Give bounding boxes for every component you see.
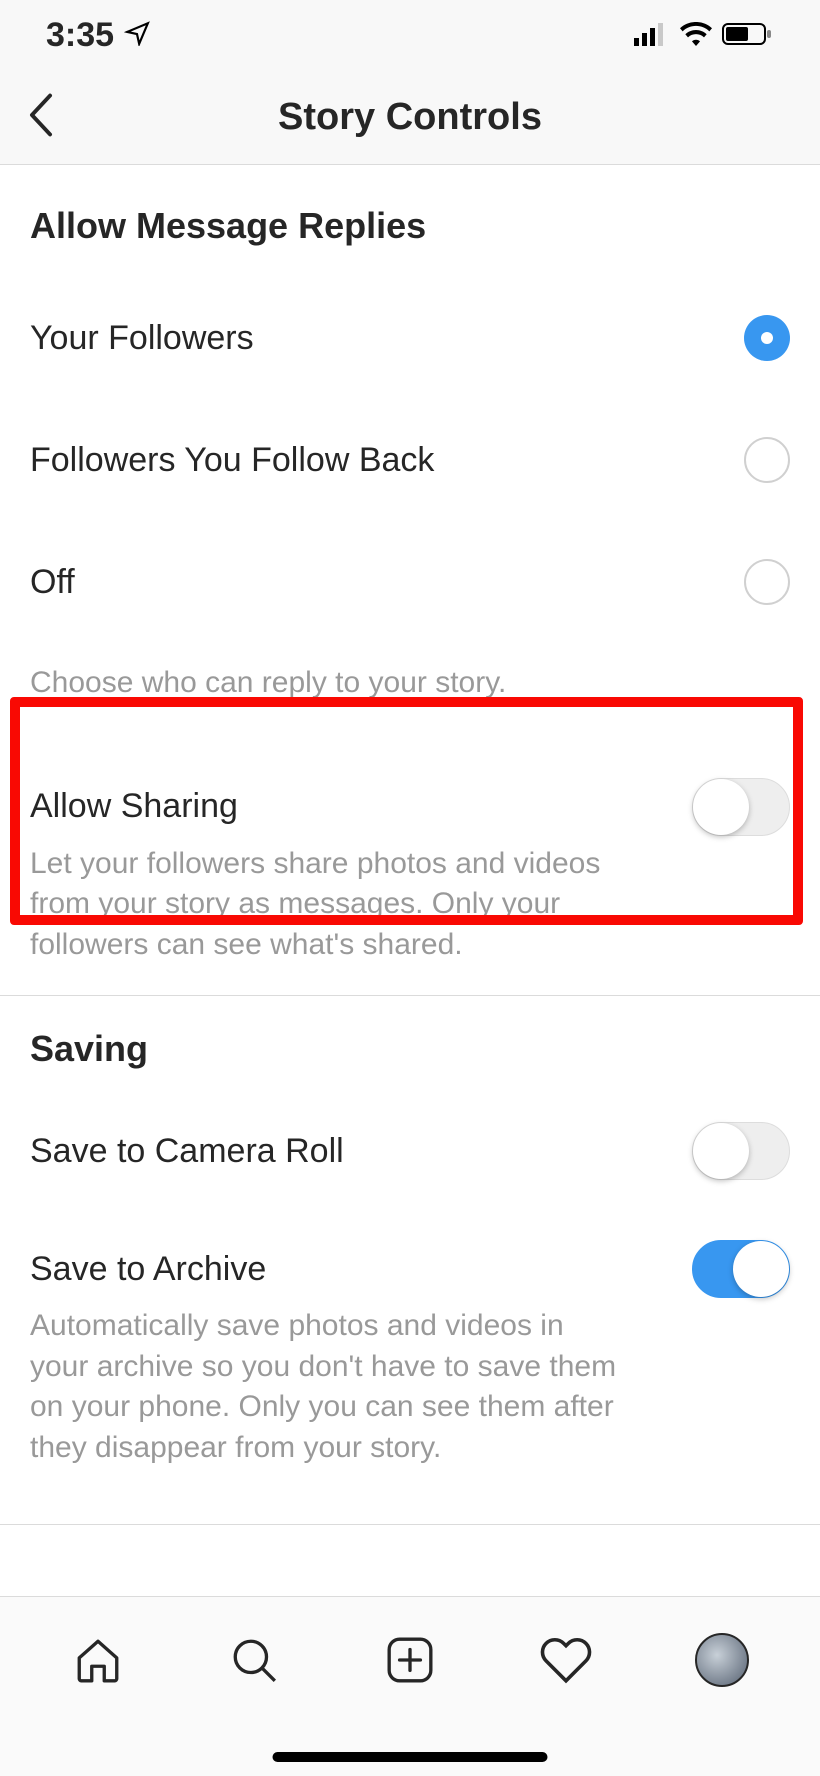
radio-row-off[interactable]: Off xyxy=(30,521,790,643)
nav-add-post[interactable] xyxy=(375,1625,445,1695)
toggle-knob-icon xyxy=(693,779,749,835)
radio-row-your-followers[interactable]: Your Followers xyxy=(30,277,790,399)
location-icon xyxy=(124,16,150,55)
radio-label: Off xyxy=(30,563,75,602)
back-button[interactable] xyxy=(26,93,56,142)
section-allow-sharing: Allow Sharing Let your followers share p… xyxy=(0,748,820,997)
section-saving: Saving Save to Camera Roll Save to Archi… xyxy=(0,996,820,1525)
section-title-replies: Allow Message Replies xyxy=(30,165,790,277)
profile-avatar-icon xyxy=(695,1633,749,1687)
allow-sharing-desc: Let your followers share photos and vide… xyxy=(30,844,630,966)
header-bar: Story Controls xyxy=(0,70,820,165)
nav-home[interactable] xyxy=(63,1625,133,1695)
bottom-nav xyxy=(0,1596,820,1776)
allow-sharing-label: Allow Sharing xyxy=(30,787,238,826)
save-archive-label: Save to Archive xyxy=(30,1250,266,1289)
home-indicator[interactable] xyxy=(273,1752,548,1762)
nav-search[interactable] xyxy=(219,1625,289,1695)
replies-hint-text: Choose who can reply to your story. xyxy=(30,643,790,748)
radio-row-follow-back[interactable]: Followers You Follow Back xyxy=(30,399,790,521)
section-message-replies: Allow Message Replies Your Followers Fol… xyxy=(0,165,820,748)
section-title-saving: Saving xyxy=(30,996,790,1100)
radio-unselected-icon[interactable] xyxy=(744,559,790,605)
radio-unselected-icon[interactable] xyxy=(744,437,790,483)
plus-square-icon xyxy=(385,1635,435,1685)
radio-label: Your Followers xyxy=(30,319,254,358)
save-archive-toggle[interactable] xyxy=(692,1240,790,1298)
status-bar: 3:35 xyxy=(0,0,820,70)
nav-profile[interactable] xyxy=(687,1625,757,1695)
allow-sharing-toggle[interactable] xyxy=(692,778,790,836)
nav-activity[interactable] xyxy=(531,1625,601,1695)
toggle-knob-icon xyxy=(693,1123,749,1179)
toggle-knob-icon xyxy=(733,1241,789,1297)
battery-icon xyxy=(722,16,774,55)
home-icon xyxy=(73,1635,123,1685)
save-archive-desc: Automatically save photos and videos in … xyxy=(30,1306,630,1468)
save-camera-roll-toggle[interactable] xyxy=(692,1122,790,1180)
radio-label: Followers You Follow Back xyxy=(30,441,434,480)
page-title: Story Controls xyxy=(0,96,820,139)
radio-selected-icon[interactable] xyxy=(744,315,790,361)
cell-signal-icon xyxy=(634,16,670,55)
save-camera-roll-label: Save to Camera Roll xyxy=(30,1132,344,1171)
wifi-icon xyxy=(680,16,712,55)
status-time: 3:35 xyxy=(46,16,114,55)
search-icon xyxy=(229,1635,279,1685)
heart-icon xyxy=(539,1633,593,1687)
